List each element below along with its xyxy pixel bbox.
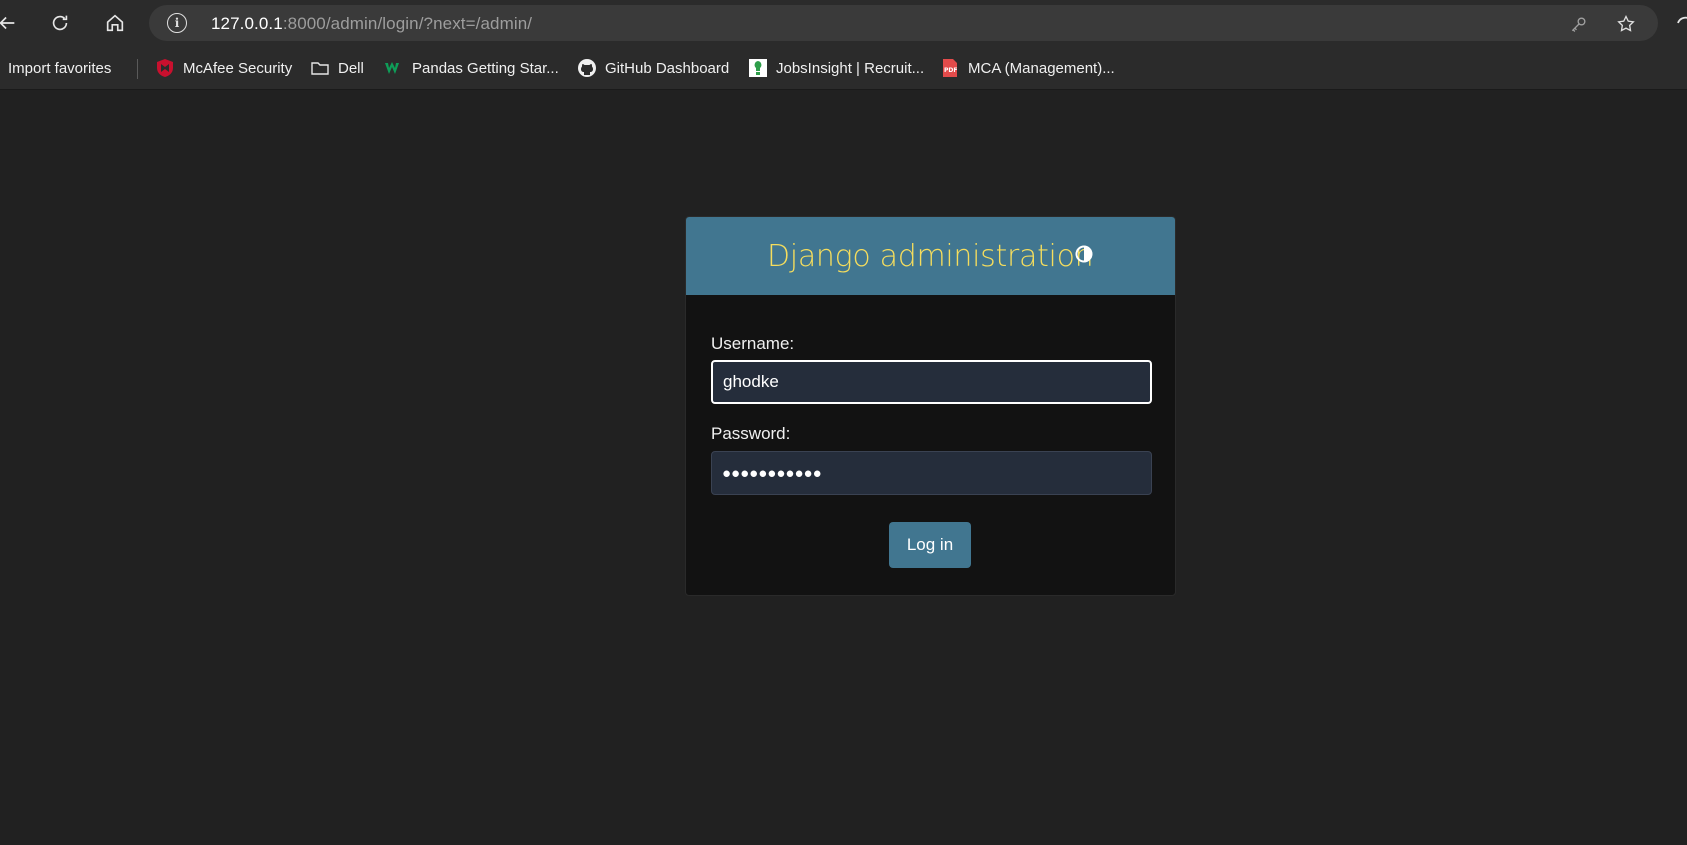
- browser-toolbar: i 127.0.0.1:8000/admin/login/?next=/admi…: [0, 0, 1687, 46]
- username-field[interactable]: [711, 360, 1152, 404]
- bookmark-jobsinsight[interactable]: JobsInsight | Recruit...: [748, 56, 924, 80]
- login-button[interactable]: Log in: [889, 522, 971, 568]
- bookmark-github[interactable]: GitHub Dashboard: [577, 56, 729, 80]
- bookmark-mca[interactable]: PDF MCA (Management)...: [940, 56, 1115, 80]
- mcafee-icon: [155, 58, 175, 78]
- password-field[interactable]: [711, 451, 1152, 495]
- pdf-icon: PDF: [940, 58, 960, 78]
- bookmark-mcafee[interactable]: McAfee Security: [155, 56, 292, 80]
- refresh-icon: [52, 15, 68, 31]
- bookmark-label: McAfee Security: [183, 59, 293, 77]
- bookmark-label: Import favorites: [8, 59, 112, 77]
- bookmark-label: GitHub Dashboard: [605, 59, 730, 77]
- bookmark-import-favorites[interactable]: Import favorites: [0, 56, 111, 80]
- bookmark-label: Pandas Getting Star...: [412, 59, 559, 77]
- login-header: Django administration: [686, 217, 1175, 295]
- site-title: Django administration: [767, 239, 1094, 274]
- refresh-button[interactable]: [43, 6, 77, 40]
- folder-icon: [310, 58, 330, 78]
- url-text[interactable]: 127.0.0.1:8000/admin/login/?next=/admin/: [211, 14, 532, 34]
- site-info-icon[interactable]: i: [167, 13, 187, 33]
- bookmark-label: Dell: [338, 59, 364, 77]
- contrast-icon: [1075, 245, 1093, 263]
- favorite-star-icon[interactable]: [1615, 13, 1637, 35]
- url-path: :8000/admin/login/?next=/admin/: [282, 14, 533, 33]
- address-bar[interactable]: i 127.0.0.1:8000/admin/login/?next=/admi…: [149, 5, 1658, 41]
- home-icon: [106, 14, 124, 32]
- edge-partial-icon[interactable]: [1674, 12, 1687, 34]
- back-button[interactable]: [0, 6, 24, 40]
- bookmark-separator: [137, 59, 138, 79]
- password-label: Password:: [711, 424, 791, 443]
- w-logo-icon: [384, 58, 404, 78]
- bookmarks-bar: Import favorites McAfee Security Dell Pa…: [0, 46, 1687, 90]
- github-icon: [577, 58, 597, 78]
- bookmark-dell[interactable]: Dell: [310, 56, 364, 80]
- home-button[interactable]: [98, 6, 132, 40]
- username-label: Username:: [711, 334, 795, 353]
- password-key-icon[interactable]: [1568, 13, 1590, 35]
- theme-toggle-button[interactable]: [1075, 245, 1093, 263]
- login-card: Django administration Username: Password…: [685, 216, 1176, 596]
- bookmark-pandas[interactable]: Pandas Getting Star...: [384, 56, 559, 80]
- svg-text:PDF: PDF: [944, 67, 957, 74]
- arrow-left-icon: [0, 16, 15, 30]
- bookmark-label: JobsInsight | Recruit...: [776, 59, 925, 77]
- bookmark-label: MCA (Management)...: [968, 59, 1115, 77]
- url-host: 127.0.0.1: [211, 14, 283, 33]
- jobsinsight-icon: [748, 58, 768, 78]
